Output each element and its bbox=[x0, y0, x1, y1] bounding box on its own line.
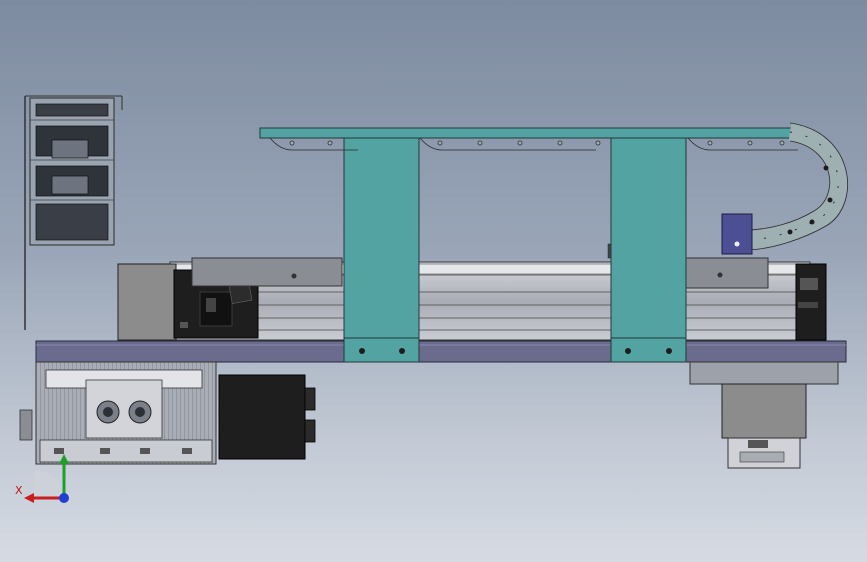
gear-motor-block bbox=[218, 374, 306, 460]
drag-chain-bend bbox=[721, 122, 848, 255]
assembly-drawing bbox=[19, 95, 848, 503]
cad-viewport[interactable]: X bbox=[0, 0, 867, 562]
profile-section bbox=[19, 361, 217, 465]
cable-chain-end-view bbox=[24, 95, 123, 330]
base-plate bbox=[35, 340, 847, 363]
axis-x-label: X bbox=[15, 484, 23, 497]
bottom-right-mount bbox=[689, 361, 839, 469]
